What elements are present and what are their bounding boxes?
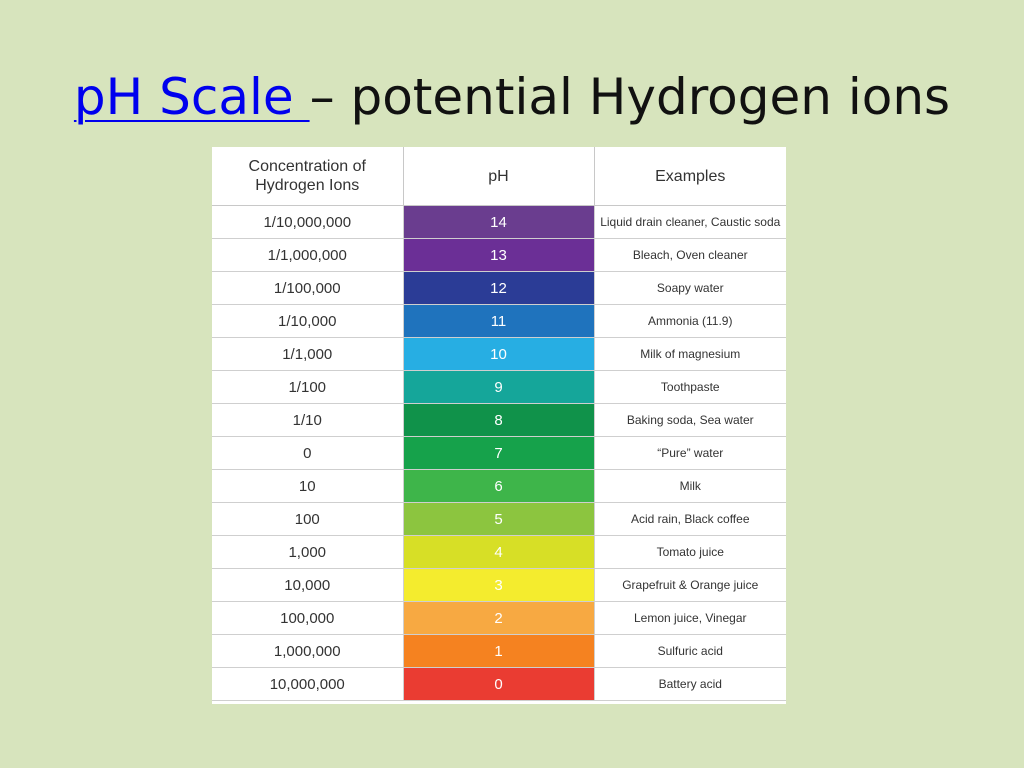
concentration-cell: 0 <box>212 436 404 470</box>
ph-scale-link[interactable]: pH Scale <box>74 68 310 126</box>
table-row: 1/100,000 12 Soapy water <box>212 271 786 305</box>
concentration-cell: 10,000 <box>212 568 404 602</box>
title-rest: – potential Hydrogen ions <box>309 68 951 126</box>
example-cell: Lemon juice, Vinegar <box>593 601 786 635</box>
ph-value-cell: 10 <box>403 337 594 371</box>
concentration-cell: 10 <box>212 469 404 503</box>
ph-value-cell: 8 <box>403 403 594 437</box>
header-examples: Examples <box>594 147 786 206</box>
concentration-cell: 1/1,000 <box>212 337 404 371</box>
concentration-cell: 1/100 <box>212 370 404 404</box>
table-header-row: Concentration of Hydrogen Ions pH Exampl… <box>212 147 786 206</box>
ph-value-cell: 11 <box>403 304 594 338</box>
example-cell: Soapy water <box>593 271 786 305</box>
ph-value-cell: 0 <box>403 667 594 701</box>
slide-title: pH Scale – potential Hydrogen ions <box>0 62 1024 132</box>
concentration-cell: 10,000,000 <box>212 667 404 701</box>
concentration-cell: 1/10,000,000 <box>212 205 404 239</box>
concentration-cell: 1/10,000 <box>212 304 404 338</box>
header-concentration: Concentration of Hydrogen Ions <box>212 147 404 206</box>
example-cell: Bleach, Oven cleaner <box>593 238 786 272</box>
ph-scale-table: Concentration of Hydrogen Ions pH Exampl… <box>212 147 786 704</box>
ph-value-cell: 9 <box>403 370 594 404</box>
example-cell: Milk <box>593 469 786 503</box>
concentration-cell: 100,000 <box>212 601 404 635</box>
table-row: 0 7 “Pure” water <box>212 436 786 470</box>
ph-value-cell: 14 <box>403 205 594 239</box>
ph-value-cell: 3 <box>403 568 594 602</box>
table-row: 1/10 8 Baking soda, Sea water <box>212 403 786 437</box>
example-cell: Milk of magnesium <box>593 337 786 371</box>
table-row: 1/10,000,000 14 Liquid drain cleaner, Caus… <box>212 205 786 239</box>
example-cell: Battery acid <box>593 667 786 701</box>
concentration-cell: 1,000,000 <box>212 634 404 668</box>
concentration-cell: 1,000 <box>212 535 404 569</box>
example-cell: Grapefruit & Orange juice <box>593 568 786 602</box>
table-row: 1/100 9 Toothpaste <box>212 370 786 404</box>
example-cell: Liquid drain cleaner, Caustic soda <box>593 205 786 239</box>
ph-value-cell: 6 <box>403 469 594 503</box>
table-row: 100 5 Acid rain, Black coffee <box>212 502 786 536</box>
table-row: 1/1,000 10 Milk of magnesium <box>212 337 786 371</box>
example-cell: Sulfuric acid <box>593 634 786 668</box>
table-row: 10,000,000 0 Battery acid <box>212 667 786 701</box>
table-row: 1,000 4 Tomato juice <box>212 535 786 569</box>
header-ph: pH <box>403 147 595 206</box>
ph-value-cell: 13 <box>403 238 594 272</box>
example-cell: Baking soda, Sea water <box>593 403 786 437</box>
example-cell: Ammonia (11.9) <box>593 304 786 338</box>
example-cell: Acid rain, Black coffee <box>593 502 786 536</box>
example-cell: Toothpaste <box>593 370 786 404</box>
concentration-cell: 1/10 <box>212 403 404 437</box>
ph-value-cell: 4 <box>403 535 594 569</box>
table-row: 1/1,000,000 13 Bleach, Oven cleaner <box>212 238 786 272</box>
concentration-cell: 1/100,000 <box>212 271 404 305</box>
ph-value-cell: 2 <box>403 601 594 635</box>
concentration-cell: 100 <box>212 502 404 536</box>
concentration-cell: 1/1,000,000 <box>212 238 404 272</box>
table-row: 100,000 2 Lemon juice, Vinegar <box>212 601 786 635</box>
ph-value-cell: 1 <box>403 634 594 668</box>
table-row: 10 6 Milk <box>212 469 786 503</box>
example-cell: “Pure” water <box>593 436 786 470</box>
ph-value-cell: 7 <box>403 436 594 470</box>
ph-value-cell: 5 <box>403 502 594 536</box>
example-cell: Tomato juice <box>593 535 786 569</box>
table-row: 1,000,000 1 Sulfuric acid <box>212 634 786 668</box>
table-row: 10,000 3 Grapefruit & Orange juice <box>212 568 786 602</box>
table-row: 1/10,000 11 Ammonia (11.9) <box>212 304 786 338</box>
ph-value-cell: 12 <box>403 271 594 305</box>
